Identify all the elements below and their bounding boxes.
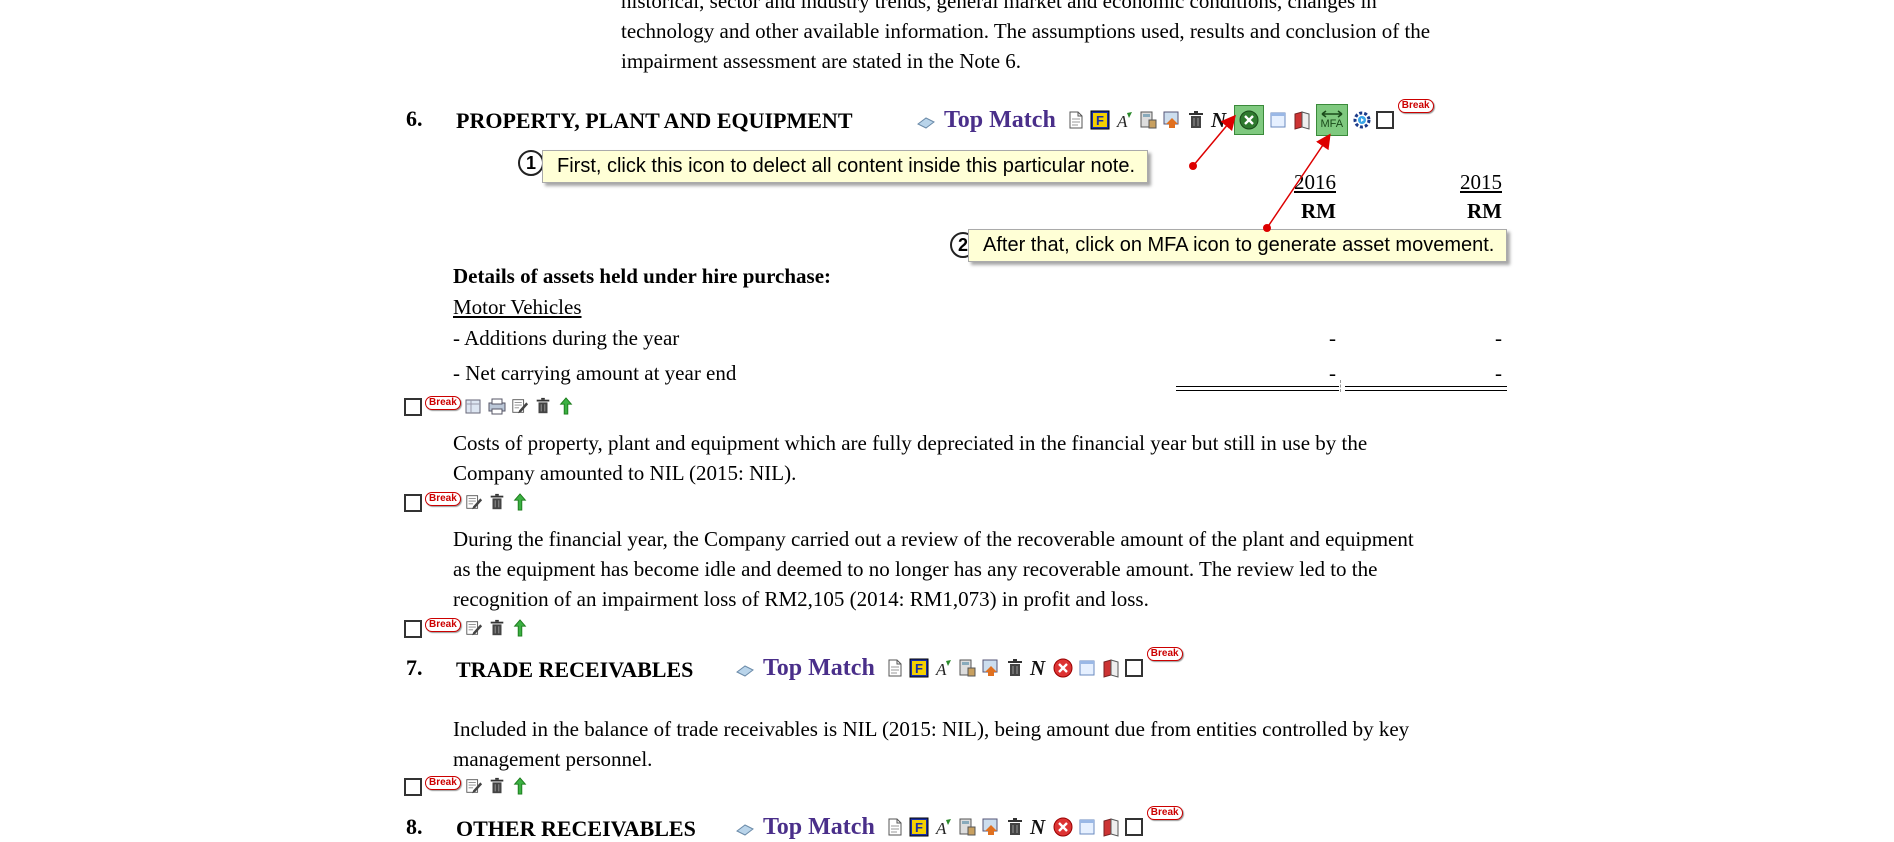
arrow-2-dot (1263, 224, 1271, 232)
arrow-to-mfa-icon (1266, 133, 1331, 229)
callout-arrows (1189, 114, 1331, 232)
arrow-1-dot (1189, 162, 1197, 170)
arrow-to-deselect-icon (1192, 114, 1236, 167)
